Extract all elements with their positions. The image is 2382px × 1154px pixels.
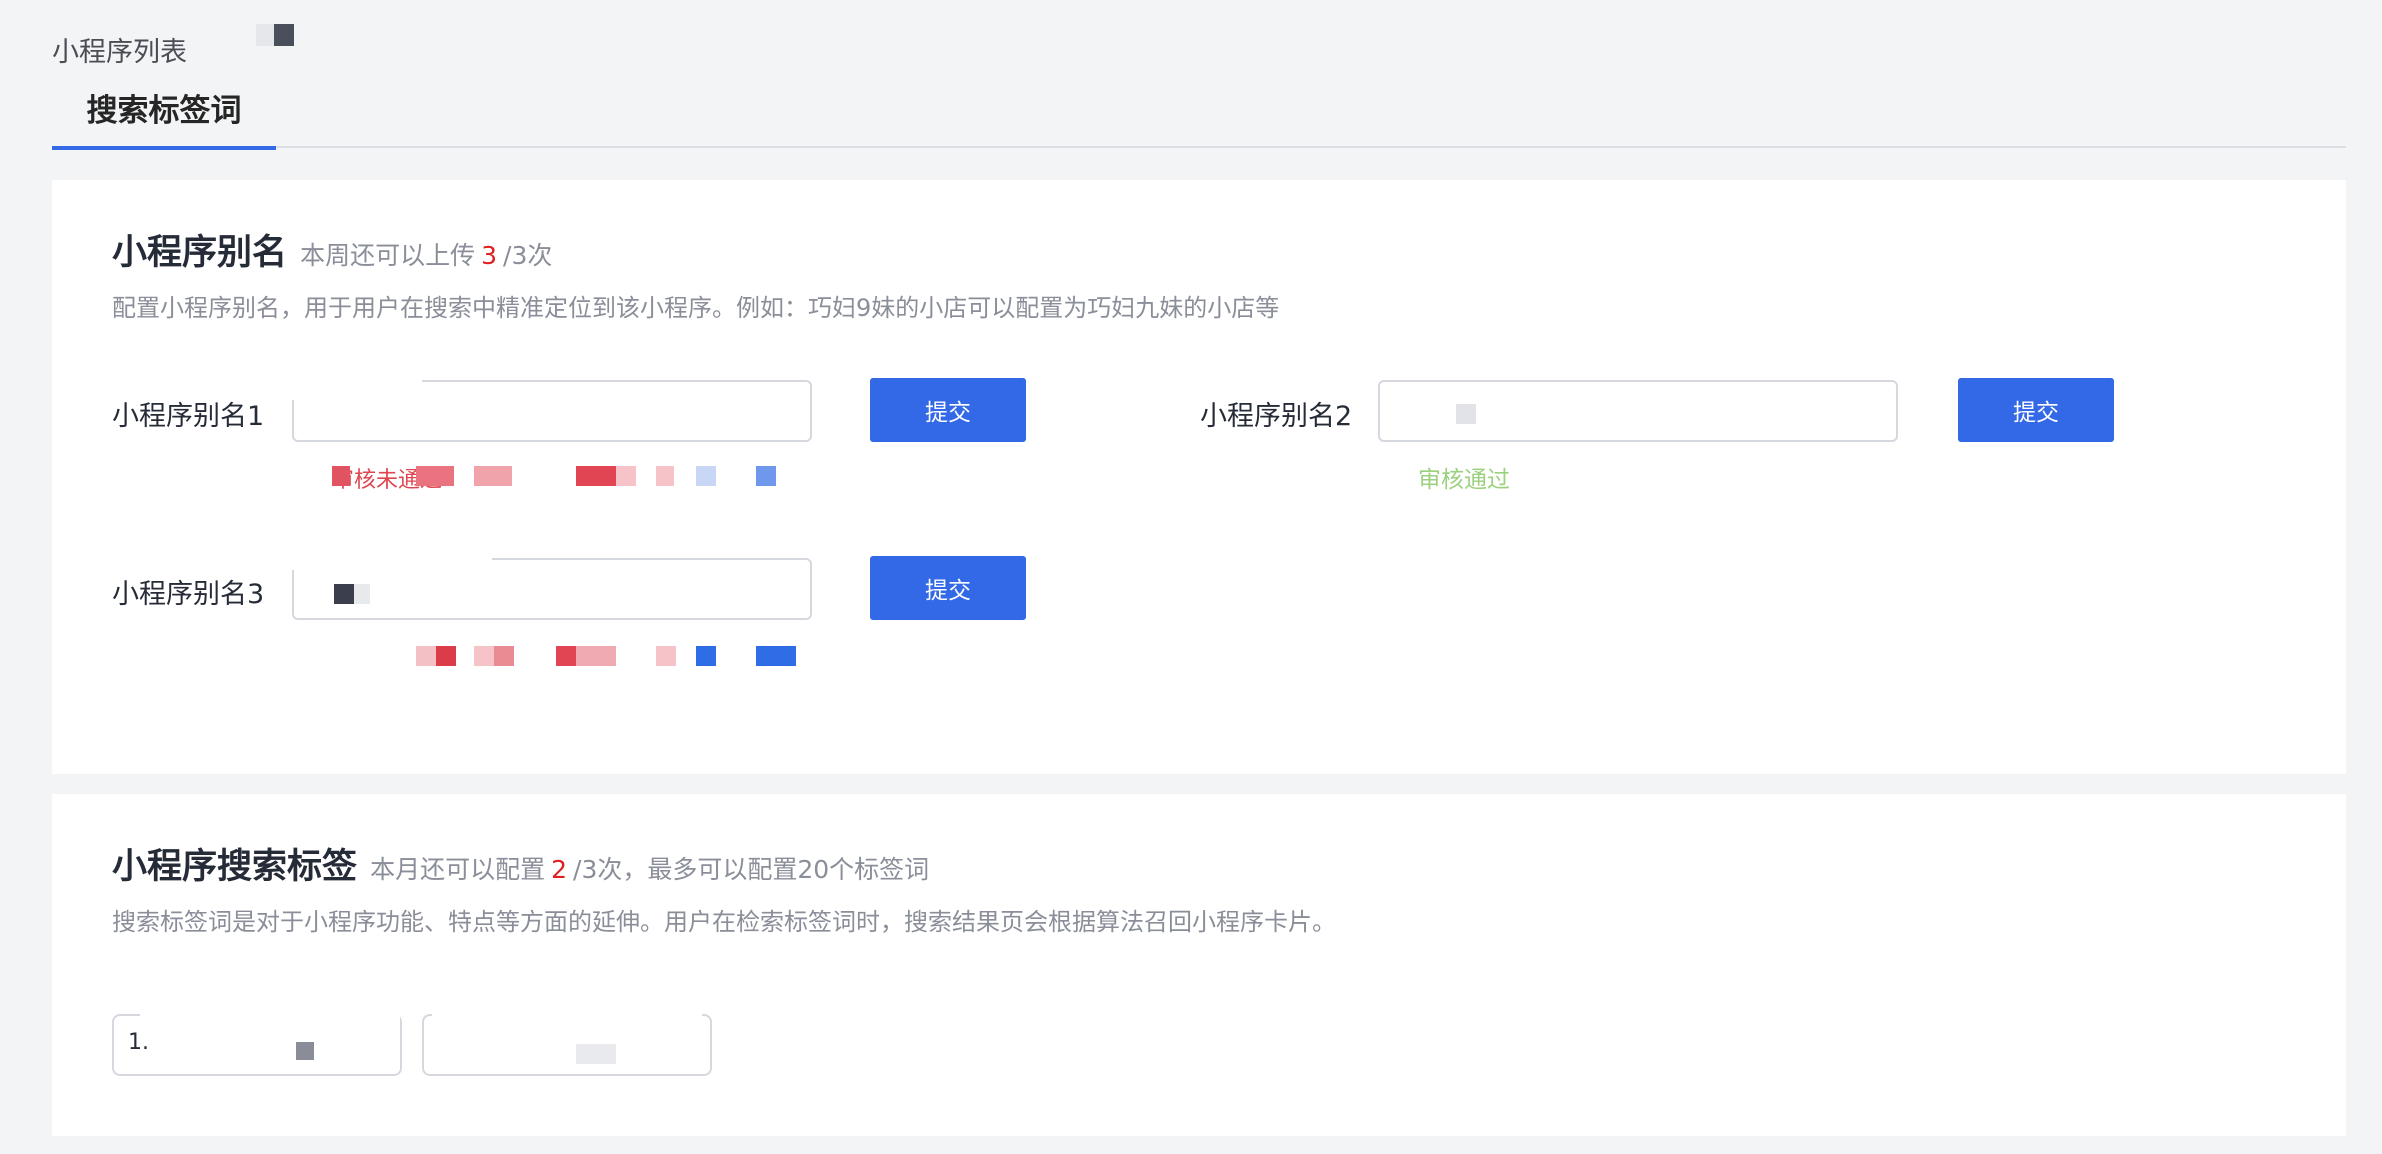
tag-header: 小程序搜索标签 本月还可以配置 2/3次，最多可以配置20个标签词 [112, 838, 929, 889]
tag-quota-prefix: 本月还可以配置 [370, 855, 546, 884]
tag-item-2-value-pixelated [576, 1044, 616, 1064]
alias-title: 小程序别名 [112, 233, 288, 273]
tag-item-2[interactable] [422, 1014, 712, 1076]
tab-active-indicator [52, 146, 276, 150]
tag-item-1-value-pixelated [296, 1042, 314, 1060]
alias-3-redaction [292, 558, 492, 570]
alias-header: 小程序别名 本周还可以上传 3/3次 [112, 224, 552, 275]
breadcrumb[interactable]: 小程序列表 [52, 30, 187, 69]
alias-quota-count: 3 [481, 241, 498, 270]
tag-item-1-index: 1. [128, 1030, 149, 1055]
alias-1-redaction [292, 380, 422, 400]
tag-item-1-redaction [140, 1004, 400, 1024]
alias-3-label: 小程序别名3 [112, 579, 265, 610]
tab-bar: 搜索标签词 [52, 84, 2346, 150]
alias-quota-suffix: /3次 [503, 241, 553, 270]
breadcrumb-pixelated-name [256, 24, 296, 46]
tab-search-tags[interactable]: 搜索标签词 [52, 84, 276, 150]
tag-quota-suffix: /3次，最多可以配置20个标签词 [573, 855, 930, 884]
tag-item-2-redaction [432, 1004, 702, 1020]
alias-quota-prefix: 本周还可以上传 [300, 241, 476, 270]
tag-title: 小程序搜索标签 [112, 847, 358, 887]
alias-3-submit-button[interactable]: 提交 [870, 556, 1026, 620]
alias-2-submit-button[interactable]: 提交 [1958, 378, 2114, 442]
alias-description: 配置小程序别名，用于用户在搜索中精准定位到该小程序。例如：巧妇9妹的小店可以配置… [112, 294, 1280, 322]
tag-card: 小程序搜索标签 本月还可以配置 2/3次，最多可以配置20个标签词 搜索标签词是对… [52, 794, 2346, 1136]
tab-label: 搜索标签词 [86, 93, 242, 129]
alias-1-submit-button[interactable]: 提交 [870, 378, 1026, 442]
tag-description: 搜索标签词是对于小程序功能、特点等方面的延伸。用户在检索标签词时，搜索结果页会根… [112, 908, 1336, 936]
alias-card: 小程序别名 本周还可以上传 3/3次 配置小程序别名，用于用户在搜索中精准定位到该… [52, 180, 2346, 774]
alias-2-label: 小程序别名2 [1200, 401, 1353, 432]
alias-1-label: 小程序别名1 [112, 401, 265, 432]
alias-2-value-pixelated [1456, 404, 1476, 424]
tag-quota-count: 2 [551, 855, 568, 884]
alias-2-status: 审核通过 [1418, 467, 1510, 493]
